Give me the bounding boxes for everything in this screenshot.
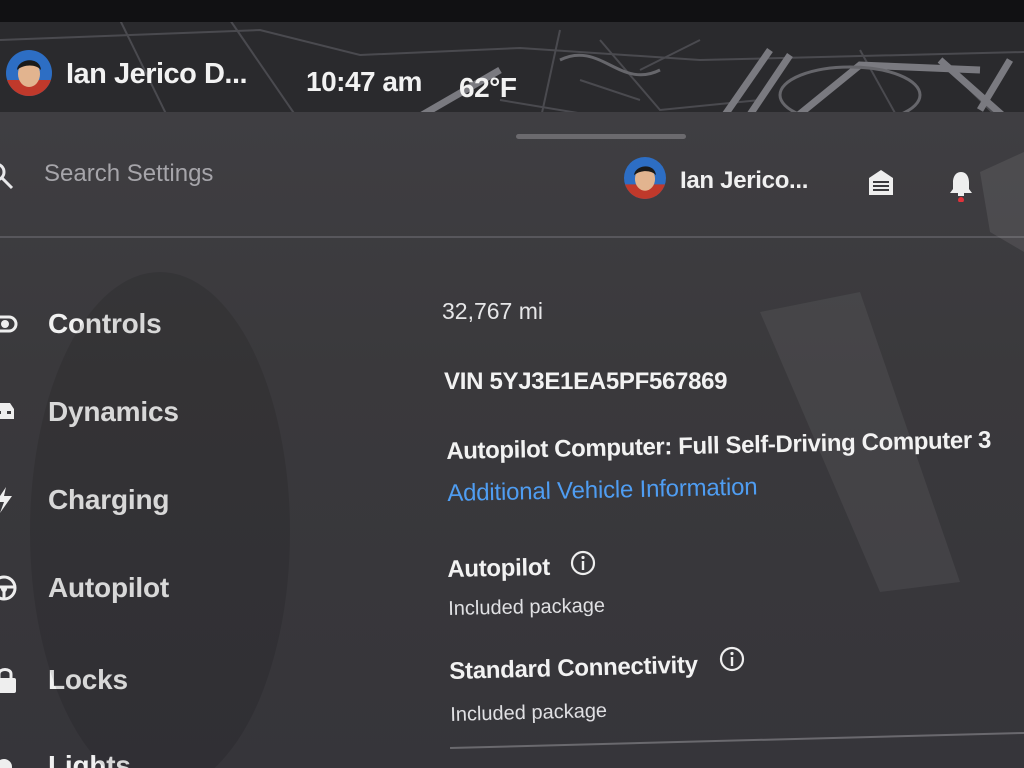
search-settings-input[interactable]: Search Settings xyxy=(44,160,213,188)
info-icon[interactable] xyxy=(570,550,596,576)
panel-drag-handle[interactable] xyxy=(516,134,686,139)
profile-avatar[interactable] xyxy=(624,157,666,199)
package-title-connectivity: Standard Connectivity xyxy=(449,651,699,685)
header-divider xyxy=(0,236,1024,238)
odometer-reading: 32,767 mi xyxy=(442,298,544,324)
user-avatar[interactable] xyxy=(6,50,52,96)
package-status-autopilot: Included package xyxy=(448,594,606,620)
sidebar-item-label: Autopilot xyxy=(48,572,170,603)
screen-bezel xyxy=(0,0,1024,22)
outside-temperature: 62°F xyxy=(459,72,517,103)
bolt-icon xyxy=(0,487,12,513)
bell-icon[interactable] xyxy=(948,170,974,202)
sidebar-item-label: Lights xyxy=(48,750,131,768)
clock-time: 10:47 am xyxy=(306,66,422,97)
section-divider xyxy=(450,731,1024,749)
sidebar-item-label: Locks xyxy=(48,664,128,695)
steering-wheel-icon xyxy=(0,575,17,601)
info-icon[interactable] xyxy=(719,646,745,672)
sidebar-item-label: Controls xyxy=(48,308,162,339)
light-icon xyxy=(0,759,12,768)
notification-dot xyxy=(958,197,964,202)
lock-icon xyxy=(0,668,16,693)
additional-vehicle-info-link[interactable]: Additional Vehicle Information xyxy=(447,474,758,508)
vin-number: VIN 5YJ3E1EA5PF567869 xyxy=(444,368,728,395)
garage-icon[interactable] xyxy=(868,168,894,196)
sidebar-item-label: Dynamics xyxy=(48,396,179,427)
settings-panel: Search Settings Ian Jerico... Controls D… xyxy=(0,112,1024,768)
top-status-bar: Ian Jerico D... 10:47 am 62°F xyxy=(0,0,1024,122)
search-icon[interactable] xyxy=(0,162,14,190)
autopilot-computer-info: Autopilot Computer: Full Self-Driving Co… xyxy=(446,426,992,465)
profile-name[interactable]: Ian Jerico... xyxy=(680,167,808,195)
car-icon xyxy=(0,403,14,419)
package-title-autopilot: Autopilot xyxy=(447,553,551,583)
tesla-screen: Ian Jerico D... 10:47 am 62°F Search Set… xyxy=(0,0,1024,768)
driver-profile-name[interactable]: Ian Jerico D... xyxy=(66,58,248,91)
toggle-icon xyxy=(0,315,18,333)
package-status-connectivity: Included package xyxy=(450,699,608,726)
sidebar-item-label: Charging xyxy=(48,484,170,515)
